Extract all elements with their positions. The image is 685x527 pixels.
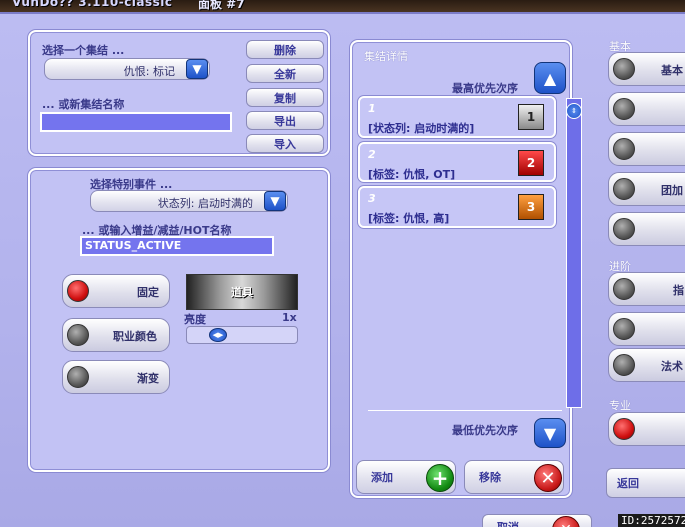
- radio-icon: [67, 324, 89, 346]
- radio-icon: [613, 98, 635, 120]
- back-button-label: 返回: [617, 477, 639, 490]
- list-item-number: 3: [368, 192, 376, 205]
- texture-label: 道具: [231, 286, 253, 299]
- highest-priority-label: 最高优先次序: [452, 82, 518, 95]
- divider: [368, 410, 562, 411]
- class-color-toggle[interactable]: 职业颜色: [62, 318, 170, 352]
- back-button[interactable]: 返回: [606, 468, 685, 498]
- chevron-down-icon[interactable]: ▼: [264, 191, 286, 211]
- move-up-button[interactable]: ▲: [534, 62, 566, 94]
- buff-input[interactable]: STATUS_ACTIVE: [80, 236, 274, 256]
- scroll-thumb-icon[interactable]: ⇕: [566, 103, 582, 119]
- texture-swatch[interactable]: 道具: [186, 274, 298, 310]
- fixed-toggle[interactable]: 固定: [62, 274, 170, 308]
- export-button[interactable]: 导出: [246, 111, 324, 130]
- panel-title: 面板 #7: [198, 0, 245, 11]
- nav-item-label: 基本: [661, 64, 683, 77]
- list-item[interactable]: 2 [标签: 仇恨, OT] 2: [358, 142, 556, 182]
- select-set-label: 选择一个集结 ...: [42, 44, 125, 57]
- radio-icon: [613, 318, 635, 340]
- special-panel: 选择特别事件 ... 状态列: 启动时满的 ▼ ... 或输入增益/减益/HOT…: [28, 168, 330, 472]
- list-item[interactable]: 1 [状态列: 启动时满的] 1: [358, 96, 556, 138]
- set-dropdown-value: 仇恨: 标记: [123, 65, 175, 78]
- plus-icon[interactable]: +: [426, 464, 454, 492]
- remove-button-label: 移除: [479, 471, 501, 484]
- set-panel: 选择一个集结 ... 仇恨: 标记 ▼ ... 或新集结名称 删除 全新 复制 …: [28, 30, 330, 156]
- new-button[interactable]: 全新: [246, 64, 324, 83]
- nav-item-group-heal[interactable]: 团加: [608, 172, 685, 206]
- nav-item-label: 指: [673, 284, 684, 297]
- import-button[interactable]: 导入: [246, 134, 324, 153]
- nav-item-indicator[interactable]: 指: [608, 272, 685, 306]
- list-item-desc: [标签: 仇恨, 高]: [368, 212, 450, 225]
- options-window: 选择一个集结 ... 仇恨: 标记 ▼ ... 或新集结名称 删除 全新 复制 …: [0, 12, 685, 527]
- brightness-value: 1x: [282, 311, 297, 324]
- set-dropdown[interactable]: 仇恨: 标记 ▼: [44, 58, 210, 80]
- nav-item-expert[interactable]: [608, 412, 685, 446]
- radio-icon: [613, 178, 635, 200]
- priority-badge-icon: 1: [518, 104, 544, 130]
- fixed-toggle-label: 固定: [137, 286, 159, 299]
- priority-badge-icon: 2: [518, 150, 544, 176]
- class-color-toggle-label: 职业颜色: [113, 330, 157, 343]
- lowest-priority-label: 最低优先次序: [452, 424, 518, 437]
- list-scrollbar[interactable]: ⇕: [566, 98, 582, 408]
- gradient-toggle-label: 渐变: [137, 372, 159, 385]
- nav-item[interactable]: [608, 212, 685, 246]
- radio-icon: [67, 366, 89, 388]
- move-down-button[interactable]: ▼: [534, 418, 566, 448]
- radio-icon: [613, 218, 635, 240]
- brightness-slider[interactable]: ◀▶: [186, 326, 298, 344]
- new-set-input[interactable]: [40, 112, 232, 132]
- nav-item[interactable]: [608, 132, 685, 166]
- priority-badge-icon: 3: [518, 194, 544, 220]
- delete-button[interactable]: 删除: [246, 40, 324, 59]
- brightness-label: 亮度: [184, 313, 206, 326]
- list-item[interactable]: 3 [标签: 仇恨, 高] 3: [358, 186, 556, 228]
- event-dropdown[interactable]: 状态列: 启动时满的 ▼: [90, 190, 288, 212]
- list-item-desc: [标签: 仇恨, OT]: [368, 168, 456, 181]
- nav-item[interactable]: [608, 92, 685, 126]
- add-button-label: 添加: [371, 471, 393, 484]
- app-title: VuhDo?? 3.110-classic: [12, 0, 173, 9]
- radio-icon: [613, 354, 635, 376]
- radio-icon: [67, 280, 89, 302]
- list-item-number: 1: [368, 102, 376, 115]
- nav-item-basic[interactable]: 基本: [608, 52, 685, 86]
- close-icon[interactable]: ✕: [534, 464, 562, 492]
- nav-item[interactable]: [608, 312, 685, 346]
- event-dropdown-value: 状态列: 启动时满的: [157, 197, 253, 210]
- chevron-down-icon[interactable]: ▼: [186, 59, 208, 79]
- details-title: 集结详情: [364, 50, 408, 63]
- radio-icon: [613, 138, 635, 160]
- nav-item-spells[interactable]: 法术: [608, 348, 685, 382]
- gradient-toggle[interactable]: 渐变: [62, 360, 170, 394]
- new-set-label: ... 或新集结名称: [42, 98, 125, 111]
- radio-icon: [613, 418, 635, 440]
- radio-icon: [613, 58, 635, 80]
- slider-thumb-icon[interactable]: ◀▶: [209, 328, 227, 342]
- list-item-number: 2: [368, 148, 376, 161]
- radio-icon: [613, 278, 635, 300]
- expert-label: 专业: [609, 399, 631, 412]
- nav-item-label: 法术: [661, 360, 683, 373]
- details-panel: 集结详情 最高优先次序 ▲ 1 [状态列: 启动时满的] 1 2 [标签: 仇恨…: [350, 40, 582, 498]
- copy-button[interactable]: 复制: [246, 88, 324, 107]
- list-item-desc: [状态列: 启动时满的]: [368, 122, 475, 135]
- nav-item-label: 团加: [661, 184, 683, 197]
- cancel-button-label: 取消: [497, 519, 519, 527]
- watermark: ID:2572572: [618, 514, 685, 527]
